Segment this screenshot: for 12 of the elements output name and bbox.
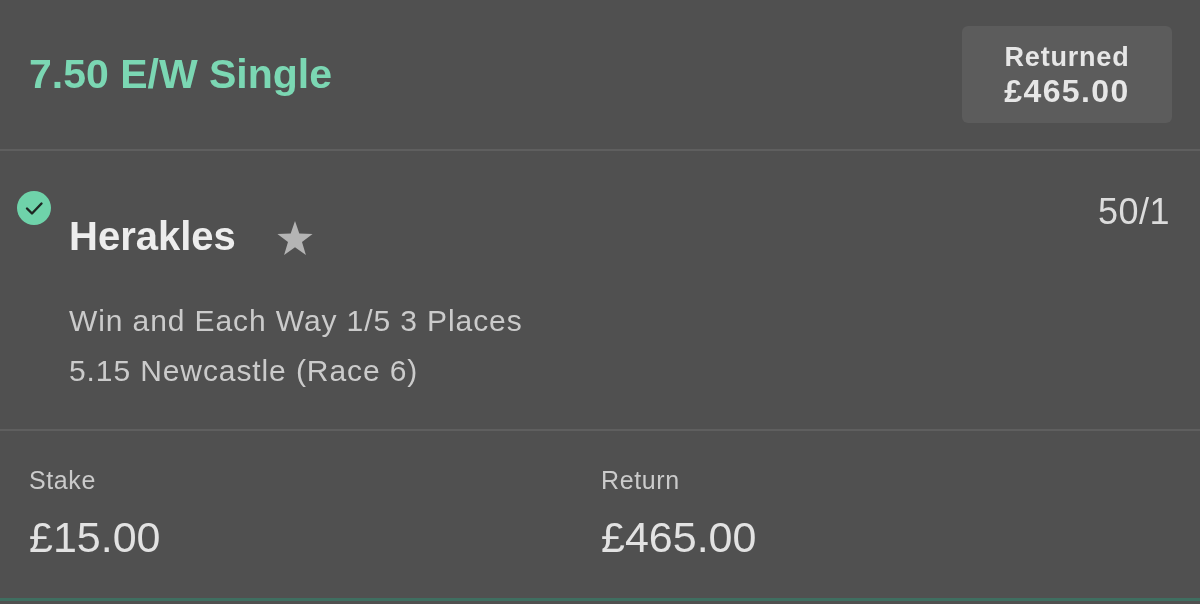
event-text: 5.15 Newcastle (Race 6) — [69, 353, 420, 389]
star-icon — [276, 220, 313, 256]
runner-name: Herakles — [69, 213, 236, 259]
bet-title: 7.50 E/W Single — [29, 50, 333, 99]
total-label: Stake — [29, 466, 97, 495]
total-value: £15.00 — [29, 513, 162, 562]
status-label: Returned — [1004, 40, 1130, 73]
total-label: Return — [601, 466, 681, 495]
status-amount: £465.00 — [1004, 72, 1130, 109]
odds-text: 50/1 — [1097, 191, 1170, 232]
market-text: Win and Each Way 1/5 3 Places — [69, 303, 524, 339]
total-value: £465.00 — [601, 513, 758, 562]
